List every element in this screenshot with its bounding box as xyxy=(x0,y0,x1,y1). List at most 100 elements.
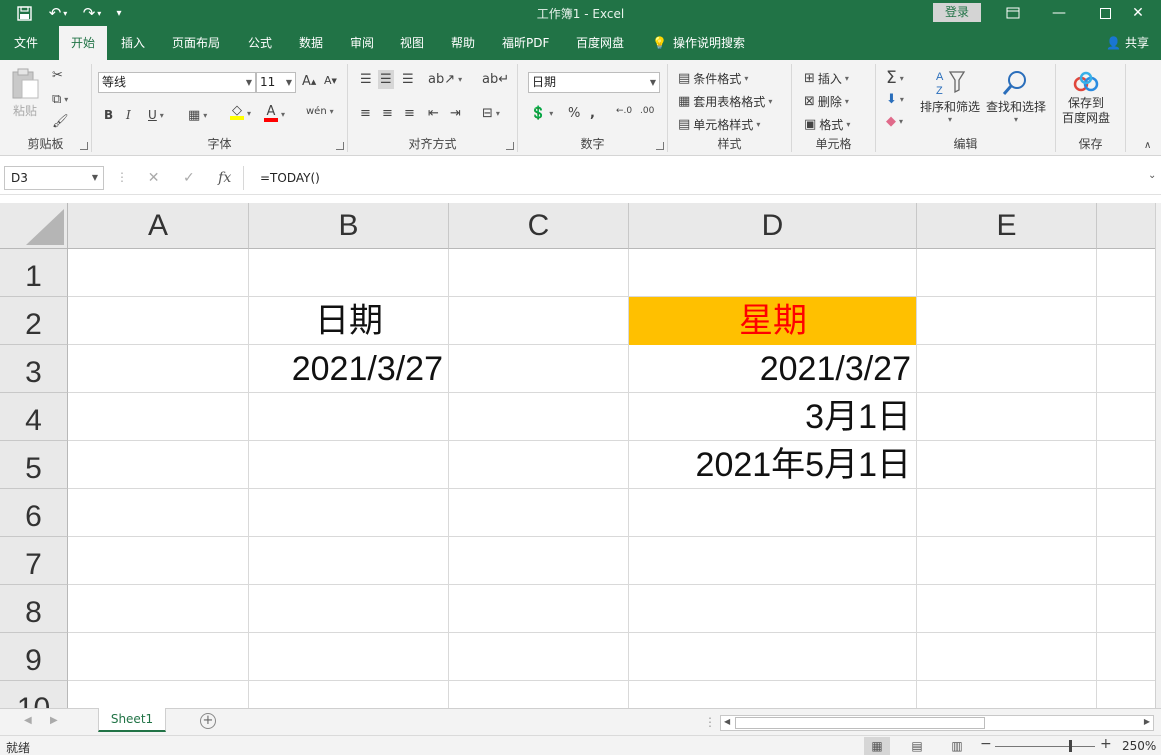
cell-d3[interactable]: 2021/3/27 xyxy=(629,345,911,393)
clipboard-launcher-icon[interactable] xyxy=(80,142,88,150)
conditional-format-button[interactable]: ▤ 条件格式 ▾ xyxy=(678,70,748,87)
tab-data[interactable]: 数据 xyxy=(299,26,323,60)
decrease-font-icon[interactable]: A ▼ xyxy=(324,74,337,87)
ribbon-display-icon[interactable] xyxy=(990,0,1036,26)
tab-insert[interactable]: 插入 xyxy=(121,26,145,60)
find-select-button[interactable]: 查找和选择 ▾ xyxy=(986,68,1046,124)
tab-page-layout[interactable]: 页面布局 xyxy=(172,26,220,60)
scroll-left-icon[interactable]: ◀ xyxy=(724,717,730,726)
wrap-text-icon[interactable]: ab↵ xyxy=(482,72,509,87)
tell-me-search[interactable]: 💡 操作说明搜索 xyxy=(652,26,745,60)
zoom-out-icon[interactable]: − xyxy=(980,736,992,752)
collapse-ribbon-icon[interactable]: ∧ xyxy=(1144,140,1151,151)
cell-d2[interactable]: 星期 xyxy=(629,297,917,345)
font-size-select[interactable]: 11 ▼ xyxy=(256,72,296,93)
bold-icon[interactable]: B xyxy=(104,108,113,122)
enter-icon[interactable]: ✓ xyxy=(183,170,195,186)
percent-icon[interactable]: % xyxy=(568,106,580,121)
row-header-3[interactable]: 3 xyxy=(0,345,68,393)
increase-indent-icon[interactable]: ⇥ xyxy=(450,106,461,121)
zoom-slider-thumb[interactable] xyxy=(1069,740,1072,752)
horizontal-scroll-thumb[interactable] xyxy=(735,717,985,729)
column-header-f[interactable] xyxy=(1097,203,1155,249)
cell-d5[interactable]: 2021年5月1日 xyxy=(629,441,911,489)
undo-icon[interactable]: ↶ ▾ xyxy=(44,3,72,23)
delete-cells-button[interactable]: ⊠ 删除 ▾ xyxy=(804,93,849,110)
orientation-icon[interactable]: ab↗ ▾ xyxy=(428,72,462,87)
cell-d4[interactable]: 3月1日 xyxy=(629,393,911,441)
customize-qat-icon[interactable]: ▾ xyxy=(112,3,126,23)
italic-icon[interactable]: I xyxy=(126,108,131,122)
page-layout-view-icon[interactable]: ▤ xyxy=(904,737,930,755)
zoom-level[interactable]: 250% xyxy=(1122,739,1156,753)
tab-help[interactable]: 帮助 xyxy=(451,26,475,60)
row-header-9[interactable]: 9 xyxy=(0,633,68,681)
format-painter-icon[interactable]: 🖌 xyxy=(52,114,69,129)
font-name-select[interactable]: 等线 ▼ xyxy=(98,72,256,93)
cancel-icon[interactable]: ✕ xyxy=(148,170,160,186)
paste-button[interactable]: 粘贴 xyxy=(10,68,40,119)
autosum-icon[interactable]: Σ ▾ xyxy=(886,68,904,88)
tab-formulas[interactable]: 公式 xyxy=(248,26,272,60)
insert-cells-button[interactable]: ⊞ 插入 ▾ xyxy=(804,70,849,87)
clear-icon[interactable]: ◆ ▾ xyxy=(886,114,903,129)
number-launcher-icon[interactable] xyxy=(656,142,664,150)
login-button[interactable]: 登录 xyxy=(933,3,981,22)
vertical-scrollbar[interactable] xyxy=(1155,203,1161,708)
formula-input[interactable]: =TODAY() xyxy=(252,166,1142,190)
tab-foxit-pdf[interactable]: 福昕PDF xyxy=(502,26,549,60)
fill-icon[interactable]: ⬇ ▾ xyxy=(886,92,904,107)
cell-b2[interactable]: 日期 xyxy=(249,297,449,345)
row-header-5[interactable]: 5 xyxy=(0,441,68,489)
row-header-7[interactable]: 7 xyxy=(0,537,68,585)
increase-font-icon[interactable]: A ▲ xyxy=(302,74,316,89)
expand-formula-icon[interactable]: ⌄ xyxy=(1148,170,1156,181)
cell-styles-button[interactable]: ▤ 单元格样式 ▾ xyxy=(678,116,760,133)
copy-icon[interactable]: ⧉ ▾ xyxy=(52,92,68,107)
column-header-c[interactable]: C xyxy=(449,203,629,249)
merge-center-icon[interactable]: ⊟ ▾ xyxy=(482,106,500,121)
minimize-icon[interactable]: — xyxy=(1036,0,1082,26)
align-right-icon[interactable]: ≡ xyxy=(404,106,415,121)
align-left-icon[interactable]: ≡ xyxy=(360,106,371,121)
column-header-a[interactable]: A xyxy=(68,203,249,249)
tab-baidu-netdisk[interactable]: 百度网盘 xyxy=(576,26,624,60)
name-box[interactable]: D3 ▼ xyxy=(4,166,104,190)
horizontal-scrollbar[interactable]: ◀ ▶ xyxy=(720,715,1154,731)
zoom-slider-track[interactable] xyxy=(995,746,1095,747)
font-launcher-icon[interactable] xyxy=(336,142,344,150)
increase-decimal-icon[interactable]: ←.0 xyxy=(616,106,632,116)
format-cells-button[interactable]: ▣ 格式 ▾ xyxy=(804,116,850,133)
scroll-right-icon[interactable]: ▶ xyxy=(1144,717,1150,726)
next-sheet-icon[interactable]: ▶ xyxy=(50,715,58,726)
column-header-e[interactable]: E xyxy=(917,203,1097,249)
align-bottom-icon[interactable]: ☰ xyxy=(402,72,414,87)
row-header-1[interactable]: 1 xyxy=(0,249,68,297)
format-as-table-button[interactable]: ▦ 套用表格格式 ▾ xyxy=(678,93,772,110)
comma-style-icon[interactable]: , xyxy=(590,106,595,121)
worksheet-grid[interactable]: A B C D E 1 2 3 4 5 6 7 8 9 10 日期 2021/3… xyxy=(0,203,1155,708)
tab-home[interactable]: 开始 xyxy=(59,26,107,60)
save-icon[interactable] xyxy=(10,3,38,23)
underline-icon[interactable]: U ▾ xyxy=(148,108,164,122)
column-header-b[interactable]: B xyxy=(249,203,449,249)
fill-color-icon[interactable]: ◇ ▾ xyxy=(230,104,251,120)
select-all-corner[interactable] xyxy=(0,203,68,249)
align-top-icon[interactable]: ☰ xyxy=(360,72,372,87)
alignment-launcher-icon[interactable] xyxy=(506,142,514,150)
cut-icon[interactable]: ✂ xyxy=(52,68,63,83)
align-center-icon[interactable]: ≡ xyxy=(382,106,393,121)
font-color-icon[interactable]: A ▾ xyxy=(264,105,285,122)
cell-b3[interactable]: 2021/3/27 xyxy=(249,345,443,393)
sheet-tab-sheet1[interactable]: Sheet1 xyxy=(98,708,166,732)
phonetic-icon[interactable]: wén ▾ xyxy=(306,106,334,117)
row-header-2[interactable]: 2 xyxy=(0,297,68,345)
row-header-4[interactable]: 4 xyxy=(0,393,68,441)
save-baidu-button[interactable]: 保存到 百度网盘 xyxy=(1062,70,1110,126)
tab-split-grip-icon[interactable]: ⋮ xyxy=(704,715,716,729)
share-button[interactable]: 👤 共享 xyxy=(1106,26,1149,60)
decrease-indent-icon[interactable]: ⇤ xyxy=(428,106,439,121)
column-header-d[interactable]: D xyxy=(629,203,917,249)
row-header-8[interactable]: 8 xyxy=(0,585,68,633)
align-middle-icon[interactable]: ☰ xyxy=(378,70,394,89)
